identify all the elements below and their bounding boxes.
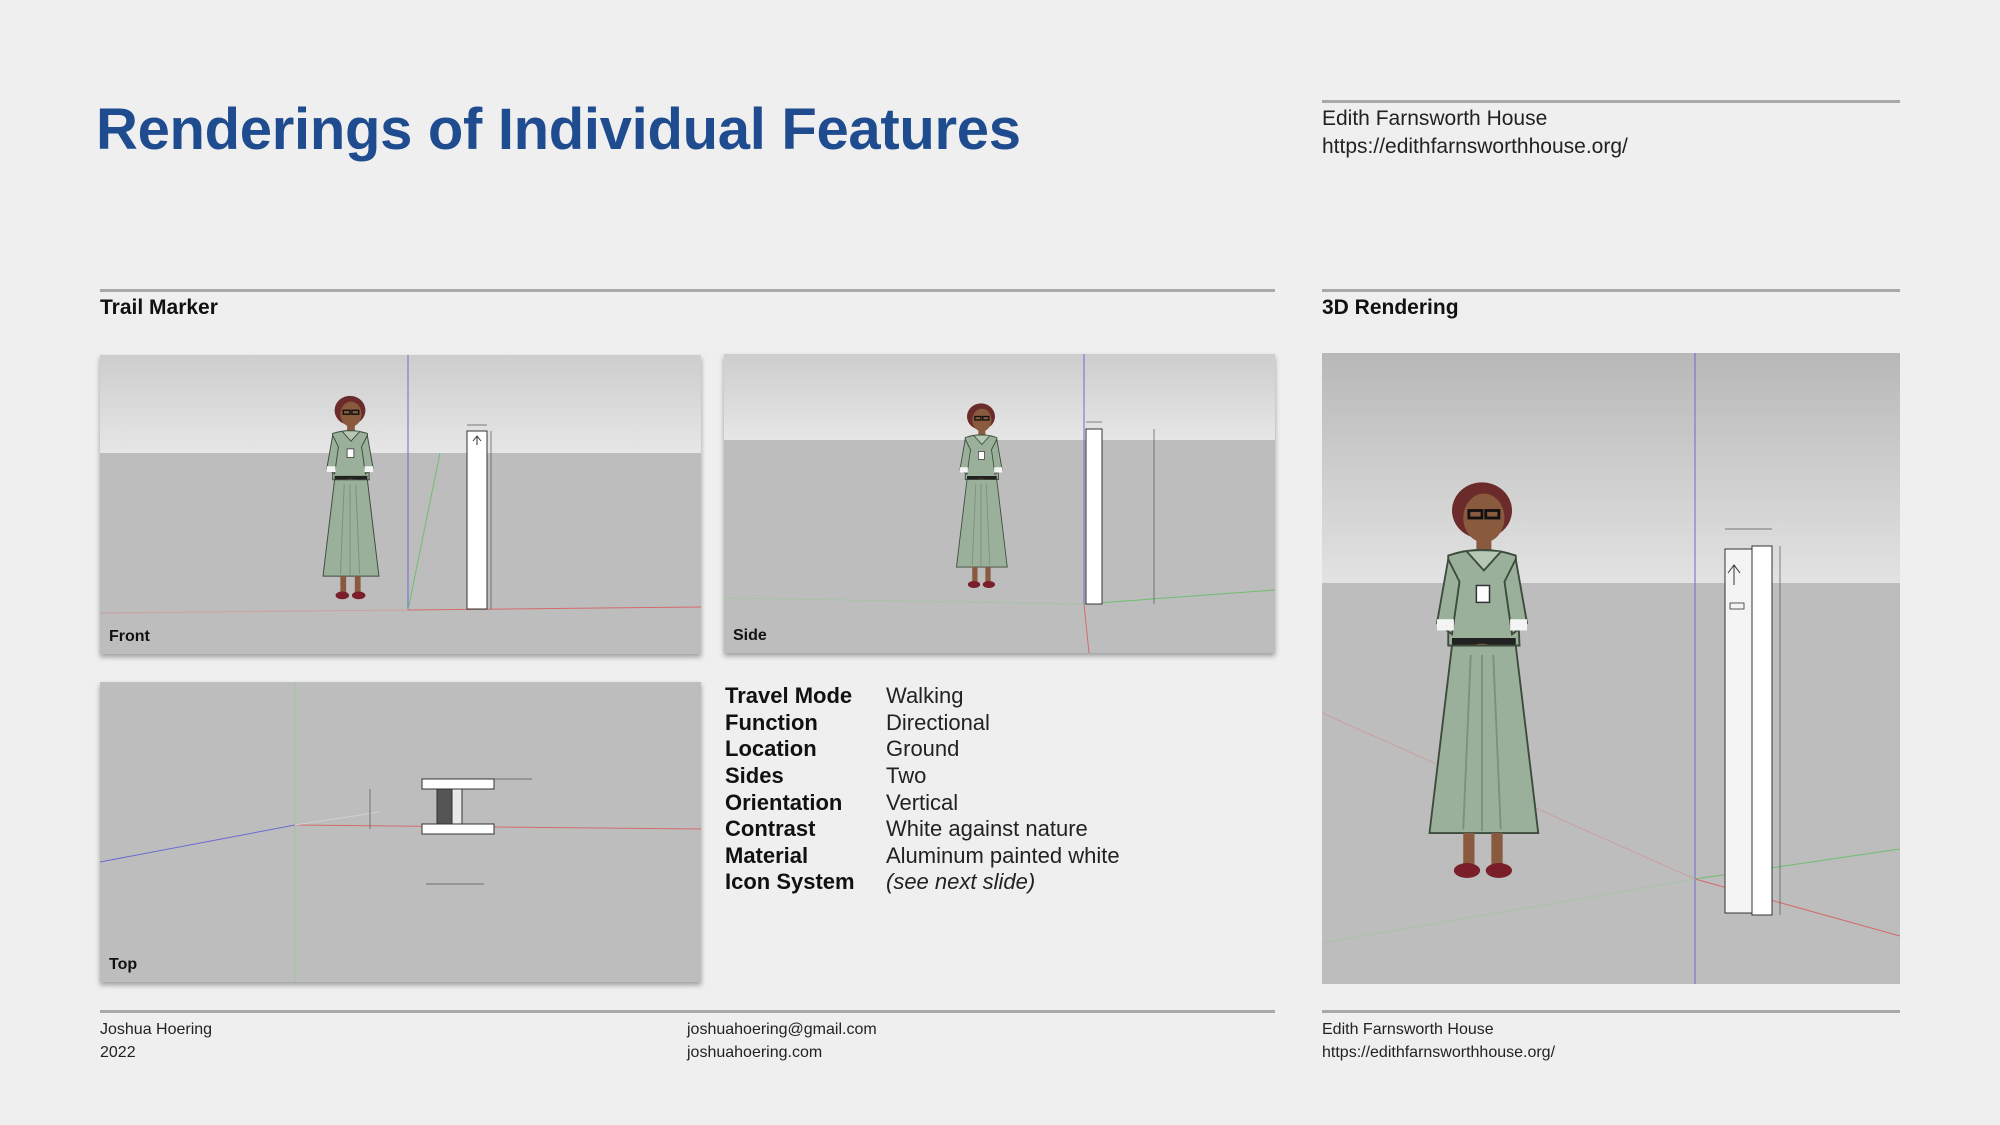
header-org-name: Edith Farnsworth House	[1322, 107, 1548, 130]
footer-org-name: Edith Farnsworth House	[1322, 1021, 1494, 1038]
spec-value: Vertical	[886, 789, 959, 815]
spec-key: Orientation	[725, 789, 843, 815]
top-view-panel: Top	[100, 682, 701, 982]
footer-contact: joshuahoering@gmail.com joshuahoering.co…	[687, 1018, 877, 1064]
spec-value: Walking	[886, 683, 964, 709]
spec-row: Orientation Vertical	[725, 789, 1120, 816]
front-view-render	[100, 355, 701, 654]
spec-key: Function	[725, 709, 818, 735]
rendering-panel	[1322, 353, 1900, 984]
spec-row: Location Ground	[725, 736, 1120, 763]
spec-row: Icon System (see next slide)	[725, 869, 1120, 896]
spec-key: Sides	[725, 763, 784, 789]
spec-key: Material	[725, 842, 809, 868]
header-divider	[1322, 100, 1900, 103]
footer-org-url[interactable]: https://edithfarnsworthhouse.org/	[1322, 1041, 1555, 1064]
spec-key: Travel Mode	[725, 683, 853, 709]
author-year: 2022	[100, 1044, 136, 1061]
front-view-label: Front	[109, 628, 150, 645]
spec-value: White against nature	[886, 816, 1088, 842]
contact-email[interactable]: joshuahoering@gmail.com	[687, 1018, 877, 1041]
footer-divider-right	[1322, 1010, 1900, 1013]
spec-row: Function Directional	[725, 710, 1120, 737]
spec-value: Two	[886, 763, 927, 789]
spec-key: Contrast	[725, 816, 816, 842]
specs-table: Travel Mode Walking Function Directional L…	[725, 683, 1120, 896]
footer-author: Joshua Hoering 2022	[100, 1018, 212, 1064]
trail-marker-divider	[100, 289, 1275, 292]
side-view-panel: Side	[724, 354, 1275, 653]
spec-key: Location	[725, 736, 817, 762]
spec-value: Directional	[886, 709, 990, 735]
footer-divider-left	[100, 1010, 1275, 1013]
rendering-divider	[1322, 289, 1900, 292]
spec-value: (see next slide)	[886, 869, 1036, 895]
spec-value: Ground	[886, 736, 960, 762]
spec-row: Travel Mode Walking	[725, 683, 1120, 710]
header-org-info: Edith Farnsworth House https://edithfarn…	[1322, 105, 1628, 161]
rendering-label: 3D Rendering	[1322, 296, 1459, 319]
spec-key: Icon System	[725, 869, 855, 895]
header-org-url[interactable]: https://edithfarnsworthhouse.org/	[1322, 133, 1628, 161]
author-name: Joshua Hoering	[100, 1021, 213, 1038]
trail-marker-label: Trail Marker	[100, 296, 218, 319]
side-view-label: Side	[733, 627, 767, 644]
footer-org: Edith Farnsworth House https://edithfarn…	[1322, 1018, 1555, 1064]
top-view-label: Top	[109, 956, 138, 973]
spec-row: Sides Two	[725, 763, 1120, 790]
top-view-render	[100, 682, 701, 982]
spec-row: Contrast White against nature	[725, 816, 1120, 843]
front-view-panel: Front	[100, 355, 701, 654]
page-title: Renderings of Individual Features	[96, 97, 1021, 162]
side-view-render	[724, 354, 1275, 653]
spec-row: Material Aluminum painted white	[725, 843, 1120, 870]
rendering-3d-render	[1322, 353, 1900, 984]
contact-website[interactable]: joshuahoering.com	[687, 1041, 877, 1064]
spec-value: Aluminum painted white	[886, 842, 1120, 868]
